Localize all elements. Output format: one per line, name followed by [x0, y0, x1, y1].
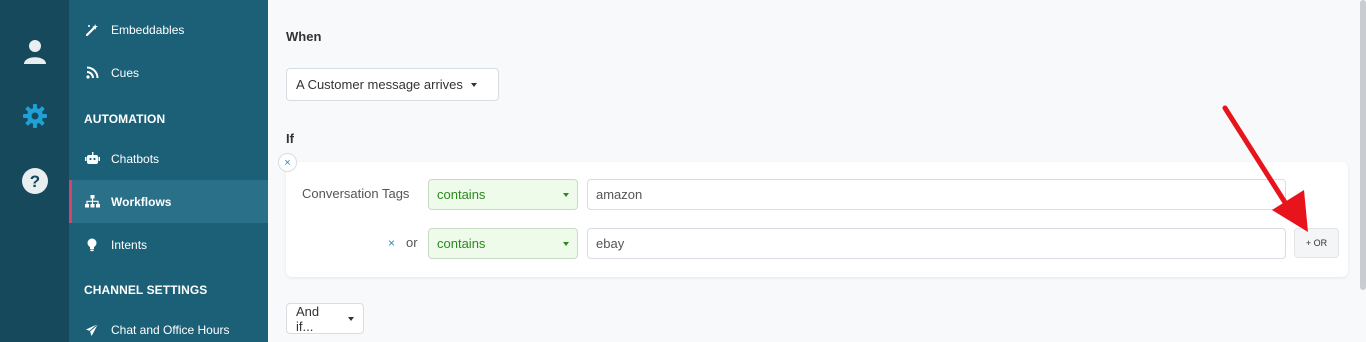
caret-down-icon [563, 242, 569, 246]
robot-icon [84, 151, 100, 167]
remove-condition-button[interactable]: × [388, 236, 395, 250]
sidebar-item-chatbots[interactable]: Chatbots [69, 137, 268, 180]
trigger-select-value: A Customer message arrives [296, 77, 463, 92]
sidebar-item-label: Cues [111, 65, 140, 80]
sidebar-item-label: Intents [111, 237, 148, 252]
lightbulb-icon [84, 237, 100, 253]
sidebar-section-channel-settings: CHANNEL SETTINGS [84, 283, 208, 297]
user-icon[interactable] [20, 37, 50, 67]
sidebar-item-label: Chat and Office Hours [111, 322, 230, 337]
workflow-editor: When A Customer message arrives If × Con… [268, 0, 1366, 342]
and-if-select-value: And if... [296, 303, 320, 334]
condition-value-input[interactable] [587, 179, 1286, 210]
condition-field-label: Conversation Tags [302, 186, 410, 201]
caret-down-icon [470, 82, 477, 87]
and-if-select[interactable]: And if... [286, 303, 364, 334]
sidebar-item-intents[interactable]: Intents [69, 223, 268, 266]
sidebar-item-label: Chatbots [111, 151, 160, 166]
sidebar-item-embeddables[interactable]: Embeddables [69, 8, 268, 51]
sidebar-item-workflows[interactable]: Workflows [69, 180, 268, 223]
remove-condition-group-button[interactable]: × [278, 153, 297, 172]
scrollbar[interactable] [1360, 0, 1366, 290]
sitemap-icon [84, 194, 100, 210]
operator-select[interactable]: contains [428, 179, 578, 210]
svg-text:?: ? [30, 172, 40, 191]
or-label: or [406, 235, 418, 250]
trigger-select[interactable]: A Customer message arrives [286, 68, 499, 101]
operator-select-value: contains [437, 187, 486, 202]
add-or-condition-button[interactable]: + OR [1294, 228, 1339, 258]
sidebar-item-label: Embeddables [111, 22, 185, 37]
gear-icon[interactable] [20, 101, 50, 131]
when-label: When [286, 29, 322, 44]
if-label: If [286, 131, 294, 146]
operator-select[interactable]: contains [428, 228, 578, 259]
paper-plane-icon [84, 322, 100, 338]
sidebar-section-automation: AUTOMATION [84, 112, 166, 126]
caret-down-icon [348, 316, 354, 321]
icon-rail: ? [0, 0, 69, 342]
rss-icon [84, 65, 100, 81]
caret-down-icon [563, 193, 569, 197]
condition-value-input[interactable] [587, 228, 1286, 259]
help-icon[interactable]: ? [20, 166, 50, 196]
sidebar-item-cues[interactable]: Cues [69, 51, 268, 94]
sidebar: Embeddables Cues AUTOMATION Chatbots Wor… [69, 0, 268, 342]
sidebar-item-chat-and-office-hours[interactable]: Chat and Office Hours [69, 308, 268, 342]
wand-icon [84, 22, 100, 38]
operator-select-value: contains [437, 236, 486, 251]
sidebar-item-label: Workflows [111, 194, 172, 209]
